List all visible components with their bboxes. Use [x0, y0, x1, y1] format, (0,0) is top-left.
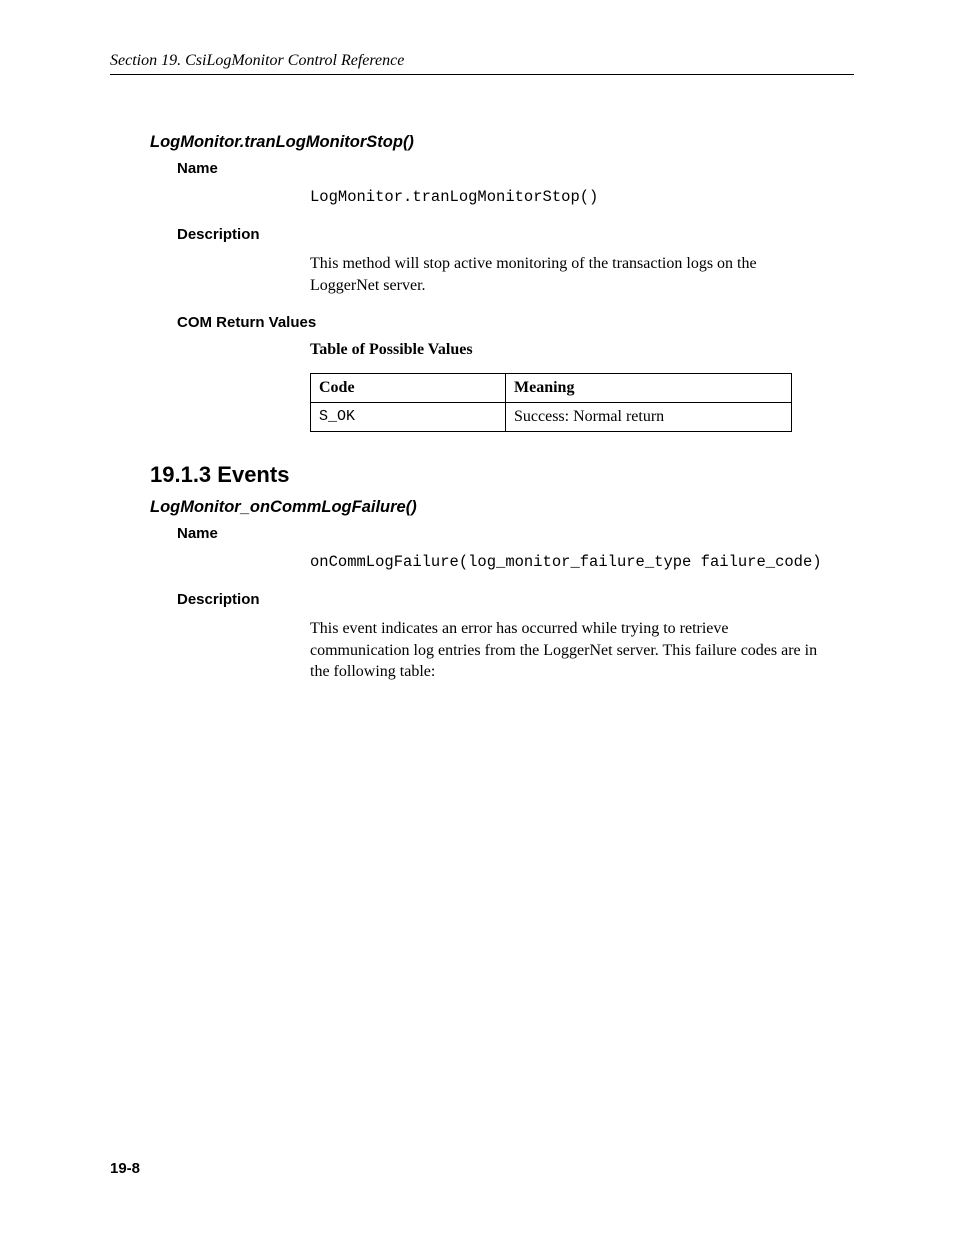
event-signature: onCommLogFailure(log_monitor_failure_typ…: [310, 552, 854, 573]
label-name: Name: [177, 160, 854, 177]
th-meaning: Meaning: [506, 374, 792, 403]
label-com-return-values: COM Return Values: [177, 314, 854, 331]
page: Section 19. CsiLogMonitor Control Refere…: [0, 0, 954, 1235]
method-signature: LogMonitor.tranLogMonitorStop(): [310, 187, 854, 208]
event-title-oncommlogfailure: LogMonitor_onCommLogFailure(): [150, 498, 854, 517]
label-description: Description: [177, 591, 854, 608]
cell-code: S_OK: [311, 403, 506, 432]
table-row: S_OK Success: Normal return: [311, 403, 792, 432]
cell-meaning: Success: Normal return: [506, 403, 792, 432]
page-number: 19-8: [110, 1160, 140, 1177]
return-values-table: Code Meaning S_OK Success: Normal return: [310, 373, 792, 432]
event-description: This event indicates an error has occurr…: [310, 618, 820, 683]
method-title-tranlogmonitorstop: LogMonitor.tranLogMonitorStop(): [150, 133, 854, 152]
label-description: Description: [177, 226, 854, 243]
table-header-row: Code Meaning: [311, 374, 792, 403]
running-head: Section 19. CsiLogMonitor Control Refere…: [110, 52, 854, 75]
method-description: This method will stop active monitoring …: [310, 253, 820, 296]
table-caption: Table of Possible Values: [310, 341, 854, 359]
section-heading-events: 19.1.3 Events: [150, 462, 854, 488]
th-code: Code: [311, 374, 506, 403]
label-name: Name: [177, 525, 854, 542]
